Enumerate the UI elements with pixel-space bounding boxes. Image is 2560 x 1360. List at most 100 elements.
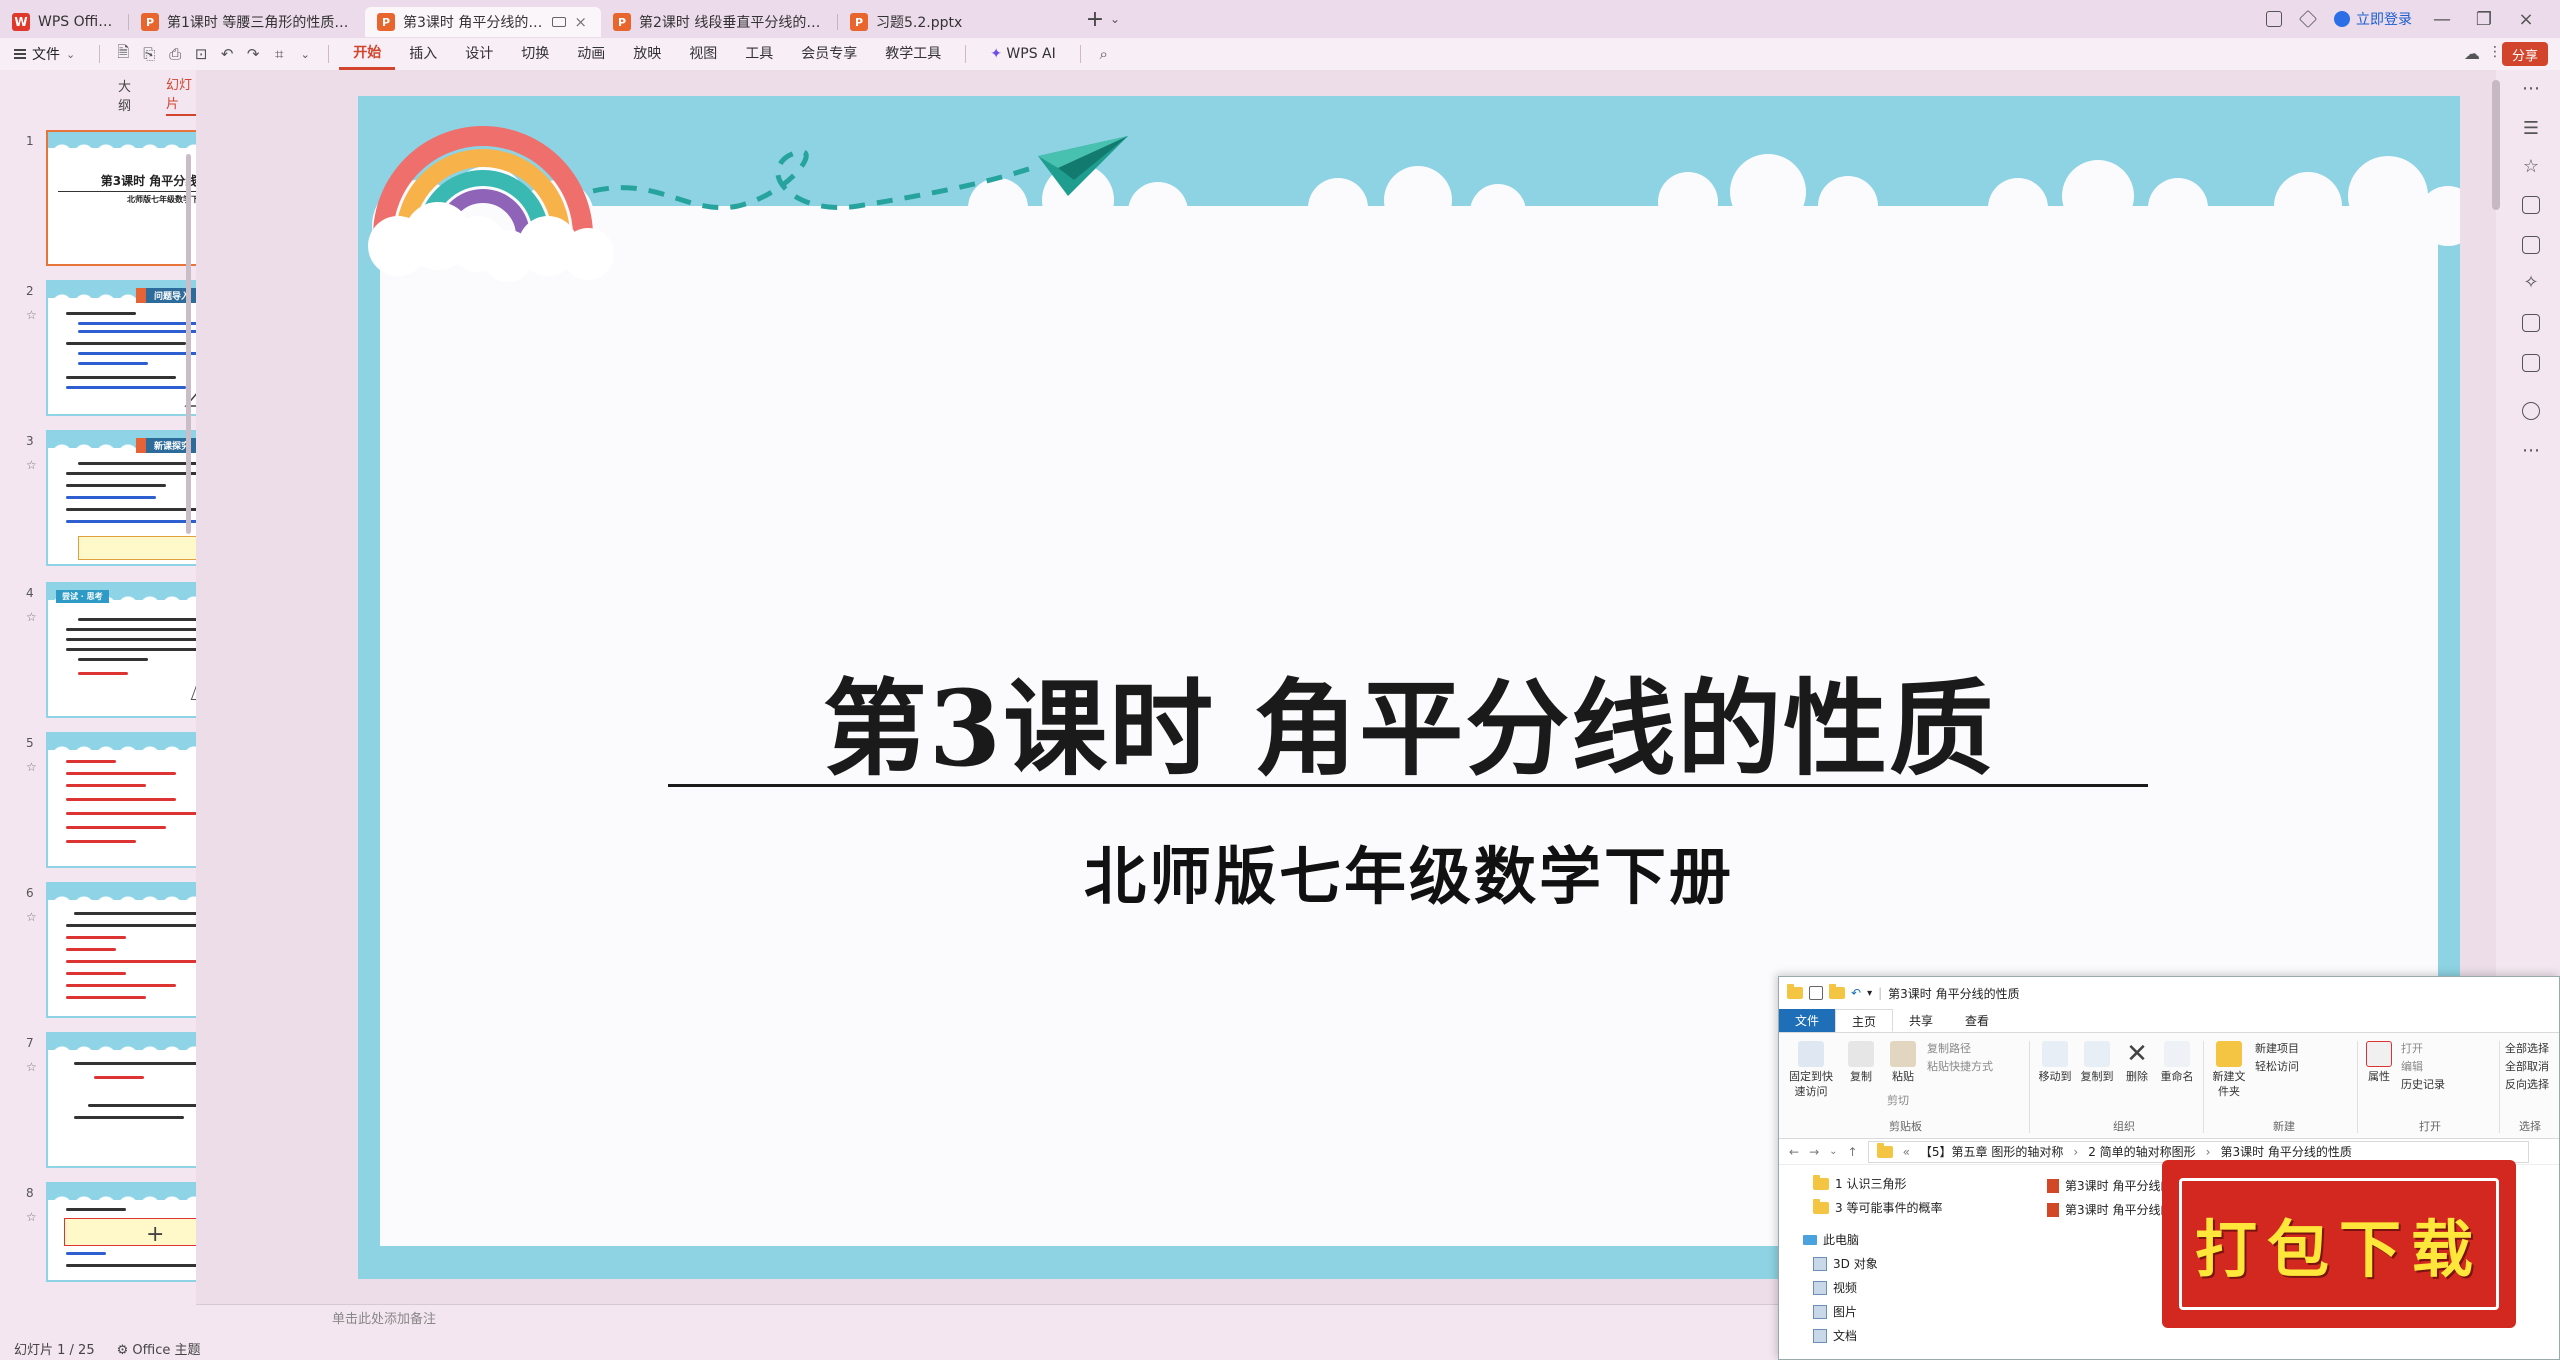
add-slide-button[interactable]: +: [146, 1222, 164, 1247]
ribbon-tab-teaching[interactable]: 教学工具: [871, 38, 955, 70]
slide-thumbnail-row[interactable]: 7 ☆: [0, 1032, 288, 1172]
sliders-icon[interactable]: ☰: [2522, 120, 2540, 138]
star-icon[interactable]: ☆: [26, 760, 37, 774]
undo-icon[interactable]: ↶: [214, 45, 240, 63]
share-button[interactable]: 分享: [2501, 42, 2548, 66]
star-icon[interactable]: ☆: [26, 458, 37, 472]
forward-icon[interactable]: →: [1809, 1145, 1819, 1159]
star-icon[interactable]: ☆: [26, 910, 37, 924]
redo-icon[interactable]: ↷: [240, 45, 266, 63]
template-icon[interactable]: [2522, 236, 2540, 254]
explorer-tab-view[interactable]: 查看: [1949, 1009, 2005, 1032]
explorer-tab-share[interactable]: 共享: [1893, 1009, 1949, 1032]
pin-quick-access-button[interactable]: 固定到快速访问: [1785, 1041, 1837, 1099]
print-preview-icon[interactable]: ⊡: [188, 45, 214, 63]
magic-wand-icon[interactable]: ✧: [2522, 274, 2540, 292]
cut-button[interactable]: 剪切: [1887, 1093, 1909, 1108]
slide-title[interactable]: 第3课时 角平分线的性质: [358, 644, 2460, 795]
ribbon-tab-animation[interactable]: 动画: [563, 38, 619, 70]
chevron-down-icon[interactable]: ⌄: [1110, 12, 1120, 26]
thumbnail-scrollbar[interactable]: [186, 154, 191, 534]
login-button[interactable]: 立即登录: [2334, 9, 2412, 29]
more-icon[interactable]: ⋯: [2522, 442, 2540, 460]
more-icon[interactable]: ⋯: [2522, 80, 2540, 98]
star-icon[interactable]: ☆: [2522, 158, 2540, 176]
new-folder-button[interactable]: 新建文件夹: [2209, 1041, 2249, 1099]
app-center-icon[interactable]: [2298, 9, 2318, 29]
print-icon[interactable]: ⎙: [162, 45, 188, 63]
format-painter-icon[interactable]: ⌗: [266, 45, 292, 63]
delete-button[interactable]: ✕ 删除: [2119, 1041, 2155, 1084]
theme-indicator[interactable]: ⚙ Office 主题: [117, 1339, 201, 1358]
paste-button[interactable]: 粘贴: [1883, 1041, 1923, 1084]
ribbon-tab-design[interactable]: 设计: [451, 38, 507, 70]
ribbon-tab-home[interactable]: 开始: [339, 38, 396, 70]
tab-wps-home[interactable]: W WPS Office: [0, 7, 128, 37]
path-segment[interactable]: 2 简单的轴对称图形: [2088, 1143, 2195, 1160]
star-icon[interactable]: ☆: [26, 308, 37, 322]
open-button[interactable]: 打开: [2401, 1041, 2423, 1056]
copy-button[interactable]: 复制: [1841, 1041, 1881, 1084]
slides-tab[interactable]: 幻灯片: [166, 74, 196, 116]
wps-ai-button[interactable]: ✦ WPS AI: [976, 38, 1070, 70]
save-icon[interactable]: 🗎: [110, 42, 136, 67]
slide-thumbnail-row[interactable]: 5 ☆: [0, 732, 288, 872]
ribbon-tab-insert[interactable]: 插入: [395, 38, 451, 70]
file-item[interactable]: 第3课时 角平分线的: [2047, 1177, 2172, 1194]
slide-thumbnail-row[interactable]: 2 ☆ 问题导入: [0, 280, 288, 420]
tab-doc-4[interactable]: P 习题5.2.pptx: [838, 7, 1074, 37]
rename-button[interactable]: 重命名: [2157, 1041, 2197, 1084]
chevron-down-icon[interactable]: ⌄: [1829, 1146, 1837, 1157]
back-icon[interactable]: ←: [1789, 1145, 1799, 1159]
slide-thumbnail-row[interactable]: 8 ☆: [0, 1182, 288, 1322]
slide-thumbnail-row[interactable]: 1 第3课时 角平分线的性质 北师版七年级数学下册: [0, 130, 288, 270]
tree-item[interactable]: 此电脑: [1803, 1231, 1859, 1248]
outline-tab[interactable]: 大纲: [118, 76, 138, 114]
cloud-sync-icon[interactable]: ☁: [2464, 44, 2480, 63]
tree-item[interactable]: 视频: [1813, 1279, 1857, 1296]
invert-selection-button[interactable]: 反向选择: [2505, 1077, 2549, 1092]
path-segment[interactable]: 第3课时 角平分线的性质: [2220, 1143, 2351, 1160]
slide-subtitle[interactable]: 北师版七年级数学下册: [358, 826, 2460, 916]
explorer-tab-home[interactable]: 主页: [1835, 1009, 1894, 1032]
history-button[interactable]: 历史记录: [2401, 1077, 2445, 1092]
path-segment[interactable]: 【5】第五章 图形的轴对称: [1920, 1143, 2063, 1160]
properties-button[interactable]: 属性: [2361, 1041, 2397, 1084]
star-icon[interactable]: ☆: [26, 610, 37, 624]
book-icon[interactable]: [2522, 314, 2540, 332]
easy-access-button[interactable]: 轻松访问: [2255, 1059, 2299, 1074]
select-all-button[interactable]: 全部选择: [2505, 1041, 2549, 1056]
tree-item[interactable]: 3 等可能事件的概率: [1813, 1198, 1942, 1216]
close-tab-icon[interactable]: ×: [574, 13, 587, 31]
tab-doc-3[interactable]: P 第2课时 线段垂直平分线的性质.pptx: [601, 7, 837, 37]
move-to-button[interactable]: 移动到: [2035, 1041, 2075, 1084]
download-badge[interactable]: 打包下载: [2162, 1160, 2516, 1328]
transform-icon[interactable]: [2522, 354, 2540, 372]
new-tab-button[interactable]: +: [1080, 7, 1110, 32]
ribbon-tab-tools[interactable]: 工具: [731, 38, 787, 70]
paste-shortcut-button[interactable]: 粘贴快捷方式: [1927, 1059, 1993, 1074]
minimize-icon[interactable]: —: [2430, 9, 2454, 30]
copy-to-button[interactable]: 复制到: [2077, 1041, 2117, 1084]
star-icon[interactable]: ☆: [26, 1060, 37, 1074]
file-item[interactable]: 第3课时 角平分线的: [2047, 1201, 2172, 1218]
tab-doc-2[interactable]: P 第3课时 角平分线的性质.pptx ×: [365, 7, 601, 37]
up-icon[interactable]: ↑: [1848, 1145, 1858, 1159]
explorer-tab-file[interactable]: 文件: [1779, 1009, 1836, 1032]
restore-icon[interactable]: ❐: [2472, 9, 2496, 30]
file-menu-button[interactable]: 文件 ⌄: [0, 44, 89, 64]
export-pdf-icon[interactable]: ⎘: [136, 45, 162, 63]
search-icon[interactable]: ⌕: [1091, 45, 1117, 63]
ribbon-tab-member[interactable]: 会员专享: [787, 38, 871, 70]
ribbon-tab-view[interactable]: 视图: [675, 38, 731, 70]
slide-thumbnail-row[interactable]: 4 ☆ 尝试 · 思考: [0, 582, 288, 722]
ribbon-tab-transition[interactable]: 切换: [507, 38, 563, 70]
tree-item[interactable]: 1 认识三角形: [1813, 1174, 1906, 1192]
tree-item[interactable]: 文档: [1813, 1327, 1857, 1344]
chevron-down-icon[interactable]: ▾: [1867, 988, 1872, 999]
star-icon[interactable]: ☆: [26, 1210, 37, 1224]
select-none-button[interactable]: 全部取消: [2505, 1059, 2549, 1074]
layers-icon[interactable]: [2522, 196, 2540, 214]
window-layout-icon[interactable]: [2266, 11, 2282, 27]
checkmark-icon[interactable]: [1809, 986, 1823, 1000]
